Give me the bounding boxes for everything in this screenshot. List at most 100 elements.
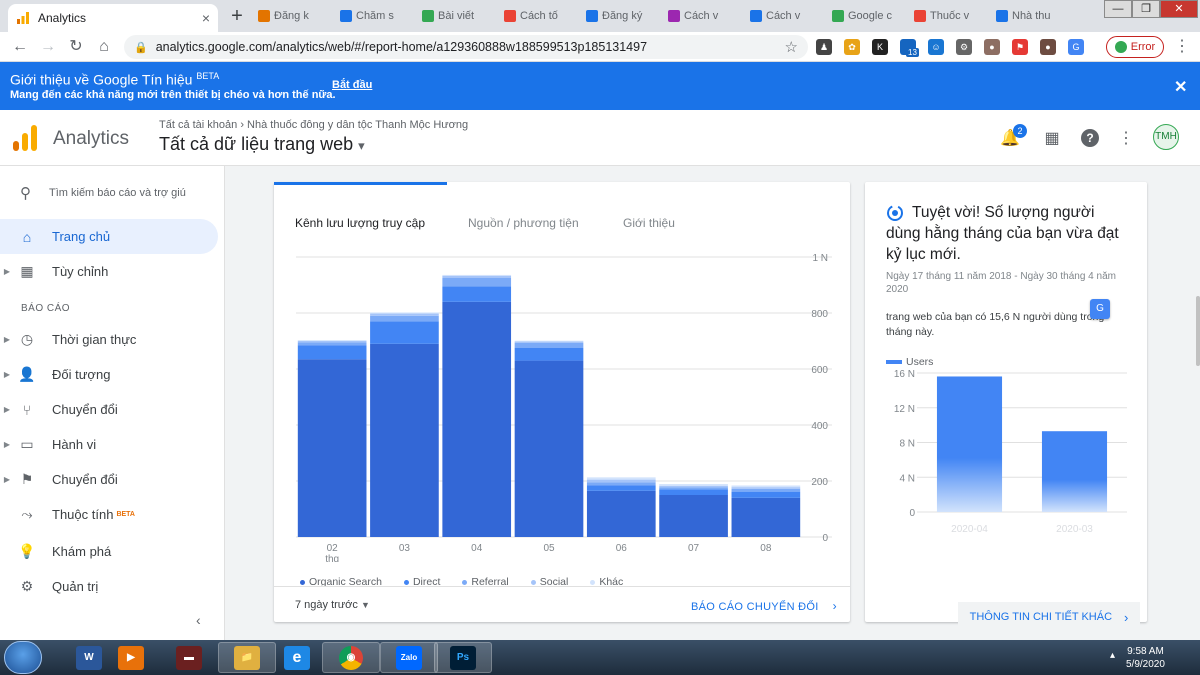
browser-tab-background[interactable]: Cách v bbox=[750, 8, 826, 24]
taskbar-ie[interactable]: e bbox=[268, 642, 326, 673]
system-clock[interactable]: 9:58 AM 5/9/2020 bbox=[1126, 645, 1165, 671]
help-icon[interactable]: ? bbox=[1081, 129, 1099, 147]
bar-segment-organic-search[interactable] bbox=[731, 497, 801, 537]
bar-segment-khác[interactable] bbox=[586, 477, 656, 480]
bar-segment-referral[interactable] bbox=[586, 482, 656, 486]
browser-tab-background[interactable]: Đăng k bbox=[258, 8, 334, 24]
taskbar-chrome[interactable]: ◉ bbox=[322, 642, 380, 673]
taskbar-photoshop[interactable]: Ps bbox=[434, 642, 492, 673]
back-arrow-icon[interactable]: ← bbox=[10, 37, 30, 57]
bar-segment-referral[interactable] bbox=[370, 315, 439, 322]
extension-cookie-icon[interactable]: ● bbox=[984, 39, 1000, 55]
bar-segment-khác[interactable] bbox=[659, 484, 728, 486]
browser-tab-background[interactable]: Chăm s bbox=[340, 8, 416, 24]
get-started-link[interactable]: Bắt đầu bbox=[332, 79, 372, 91]
browser-tab-background[interactable]: Bài viết bbox=[422, 8, 498, 24]
browser-tab-background[interactable]: Thuốc v bbox=[914, 8, 990, 24]
sidebar-item-customization[interactable]: ▶ ▦ Tùy chỉnh bbox=[0, 254, 218, 289]
bar-segment-social[interactable] bbox=[297, 341, 367, 343]
sidebar-item-home[interactable]: ⌂ Trang chủ bbox=[0, 219, 218, 254]
minimize-button[interactable]: — bbox=[1104, 0, 1132, 18]
close-tab-icon[interactable]: × bbox=[202, 10, 210, 26]
bar-segment-organic-search[interactable] bbox=[370, 343, 439, 537]
more-insights-button[interactable]: THÔNG TIN CHI TIẾT KHÁC › bbox=[958, 602, 1140, 632]
report-search[interactable]: ⚲ Tìm kiếm báo cáo và trợ giú bbox=[20, 184, 186, 202]
bar-segment-khác[interactable] bbox=[731, 485, 801, 488]
reload-icon[interactable]: ↻ bbox=[66, 37, 86, 57]
bar-segment-social[interactable] bbox=[514, 341, 584, 343]
bar-segment-organic-search[interactable] bbox=[442, 301, 512, 537]
tab-source-medium[interactable]: Nguồn / phương tiện bbox=[468, 216, 579, 230]
taskbar-zalo[interactable]: Zalo bbox=[380, 642, 438, 673]
bar-segment-direct[interactable] bbox=[731, 491, 801, 498]
bar-segment-social[interactable] bbox=[586, 479, 656, 483]
tray-expand-icon[interactable]: ▴ bbox=[1110, 650, 1115, 661]
start-button[interactable] bbox=[4, 641, 42, 674]
acquisition-report-link[interactable]: BÁO CÁO CHUYỂN ĐỔI › bbox=[691, 599, 837, 613]
banner-close-icon[interactable]: ✕ bbox=[1174, 77, 1187, 97]
translate-popup-icon[interactable]: G bbox=[1090, 299, 1110, 319]
google-translate-icon[interactable]: G bbox=[1068, 39, 1084, 55]
extension-cookie2-icon[interactable]: ● bbox=[1040, 39, 1056, 55]
bar-segment-social[interactable] bbox=[442, 275, 512, 278]
new-tab-button[interactable]: + bbox=[226, 6, 248, 28]
sidebar-item-audience[interactable]: ▶ 👤 Đối tượng bbox=[0, 357, 218, 392]
extension-settings-icon[interactable]: ⚙ bbox=[956, 39, 972, 55]
more-options-icon[interactable]: ⋮ bbox=[1116, 128, 1136, 148]
sidebar-item-discover[interactable]: 💡 Khám phá bbox=[0, 534, 218, 569]
sidebar-item-attribution[interactable]: ⤳ Thuộc tính BETA bbox=[0, 497, 218, 532]
bar-segment-referral[interactable] bbox=[659, 487, 728, 490]
home-icon[interactable]: ⌂ bbox=[94, 37, 114, 57]
bar-segment-direct[interactable] bbox=[659, 489, 728, 495]
page-scrollbar[interactable] bbox=[1196, 296, 1200, 366]
sidebar-item-conversions[interactable]: ▶ ⚑ Chuyển đổi bbox=[0, 462, 218, 497]
bar-segment-direct[interactable] bbox=[442, 286, 512, 302]
window-close-button[interactable]: ✕ bbox=[1160, 0, 1198, 18]
tab-traffic-channels[interactable]: Kênh lưu lượng truy cập bbox=[295, 216, 425, 230]
maximize-button[interactable]: ❐ bbox=[1132, 0, 1160, 18]
profile-error-button[interactable]: Error bbox=[1106, 36, 1164, 58]
sidebar-item-admin[interactable]: ⚙ Quản trị bbox=[0, 569, 218, 604]
browser-tab-analytics[interactable]: Analytics × bbox=[8, 4, 218, 32]
bar-segment-referral[interactable] bbox=[297, 342, 367, 346]
collapse-sidebar-icon[interactable]: ‹ bbox=[196, 612, 201, 628]
extension-flower-icon[interactable]: ✿ bbox=[844, 39, 860, 55]
browser-tab-background[interactable]: Google c bbox=[832, 8, 908, 24]
extension-person-icon[interactable]: ☺ bbox=[928, 39, 944, 55]
bar-segment-direct[interactable] bbox=[586, 485, 656, 491]
bar-segment-khác[interactable] bbox=[514, 340, 584, 342]
tab-referrals[interactable]: Giới thiệu bbox=[623, 216, 675, 230]
apps-grid-icon[interactable]: ▦ bbox=[1042, 128, 1062, 148]
bar-segment-social[interactable] bbox=[659, 485, 728, 488]
bar-segment-organic-search[interactable] bbox=[659, 495, 728, 537]
bar-segment-khác[interactable] bbox=[297, 340, 367, 341]
bar-segment-social[interactable] bbox=[731, 487, 801, 489]
bar-segment-khác[interactable] bbox=[442, 274, 512, 276]
browser-tab-background[interactable]: Cách tố bbox=[504, 8, 580, 24]
extension-k-icon[interactable]: K bbox=[872, 39, 888, 55]
browser-tab-background[interactable]: Đăng ký bbox=[586, 8, 662, 24]
browser-tab-background[interactable]: Nhà thu bbox=[996, 8, 1072, 24]
sidebar-item-behavior[interactable]: ▶ ▭ Hành vi bbox=[0, 427, 218, 462]
address-bar[interactable]: 🔒 analytics.google.com/analytics/web/#/r… bbox=[124, 35, 808, 59]
bar-segment-referral[interactable] bbox=[731, 488, 801, 492]
property-selector[interactable]: Tất cả dữ liệu trang web ▾ bbox=[159, 134, 365, 155]
bar-segment-social[interactable] bbox=[370, 313, 439, 316]
users-bar[interactable] bbox=[936, 376, 1003, 512]
extension-flag-icon[interactable]: ⚑ bbox=[1012, 39, 1028, 55]
bar-segment-referral[interactable] bbox=[514, 342, 584, 348]
account-avatar[interactable]: TMH bbox=[1153, 124, 1179, 150]
extension-spy-icon[interactable]: ♟ bbox=[816, 39, 832, 55]
bar-segment-referral[interactable] bbox=[442, 278, 512, 287]
bar-segment-direct[interactable] bbox=[370, 321, 439, 344]
forward-arrow-icon[interactable]: → bbox=[38, 37, 58, 57]
bar-segment-direct[interactable] bbox=[297, 345, 367, 360]
users-bar[interactable] bbox=[1041, 431, 1108, 512]
browser-menu-icon[interactable]: ⋮ bbox=[1172, 37, 1192, 57]
bar-segment-organic-search[interactable] bbox=[514, 360, 584, 537]
bookmark-star-icon[interactable]: ☆ bbox=[785, 38, 798, 56]
bar-segment-organic-search[interactable] bbox=[586, 490, 656, 537]
browser-tab-background[interactable]: Cách v bbox=[668, 8, 744, 24]
date-range-dropdown[interactable]: 7 ngày trước ▼ bbox=[295, 599, 370, 611]
bar-segment-khác[interactable] bbox=[370, 312, 439, 314]
